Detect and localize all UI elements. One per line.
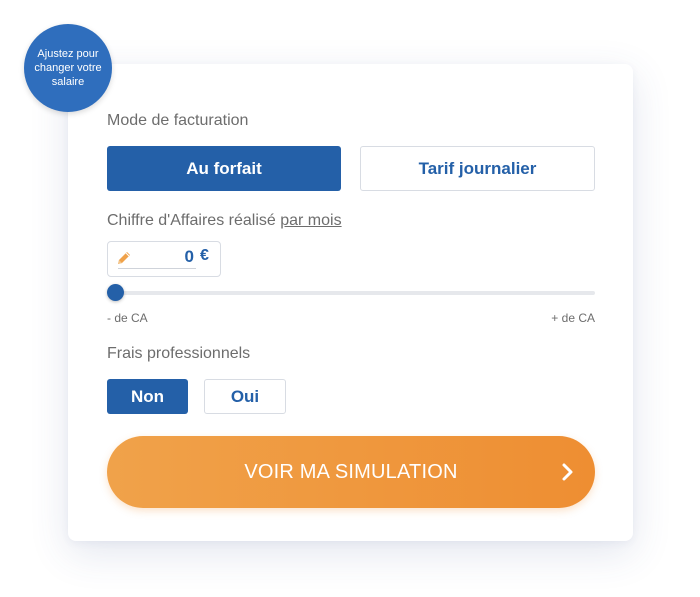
billing-flat-rate-button[interactable]: Au forfait <box>107 146 341 191</box>
chevron-right-icon <box>562 463 573 481</box>
revenue-slider-track[interactable] <box>116 291 595 295</box>
pencil-icon <box>118 252 130 264</box>
view-simulation-label: VOIR MA SIMULATION <box>244 460 458 483</box>
slider-max-label: + de CA <box>551 311 595 325</box>
revenue-amount-field: € <box>107 241 221 277</box>
expenses-yes-button[interactable]: Oui <box>204 379 286 414</box>
revenue-slider-thumb[interactable] <box>107 284 124 301</box>
billing-daily-rate-button[interactable]: Tarif journalier <box>360 146 595 191</box>
currency-symbol: € <box>200 247 209 264</box>
revenue-period-link[interactable]: par mois <box>280 212 341 229</box>
view-simulation-button[interactable]: VOIR MA SIMULATION <box>107 436 595 508</box>
billing-mode-label: Mode de facturation <box>107 112 249 129</box>
salary-hint-badge: Ajustez pour changer votre salaire <box>24 24 112 112</box>
revenue-label-text: Chiffre d'Affaires réalisé <box>107 212 276 229</box>
expenses-no-button[interactable]: Non <box>107 379 188 414</box>
expenses-label: Frais professionnels <box>107 345 251 362</box>
revenue-label: Chiffre d'Affaires réalisé par mois <box>107 212 342 230</box>
badge-text: Ajustez pour changer votre salaire <box>34 48 102 88</box>
slider-min-label: - de CA <box>107 311 148 325</box>
